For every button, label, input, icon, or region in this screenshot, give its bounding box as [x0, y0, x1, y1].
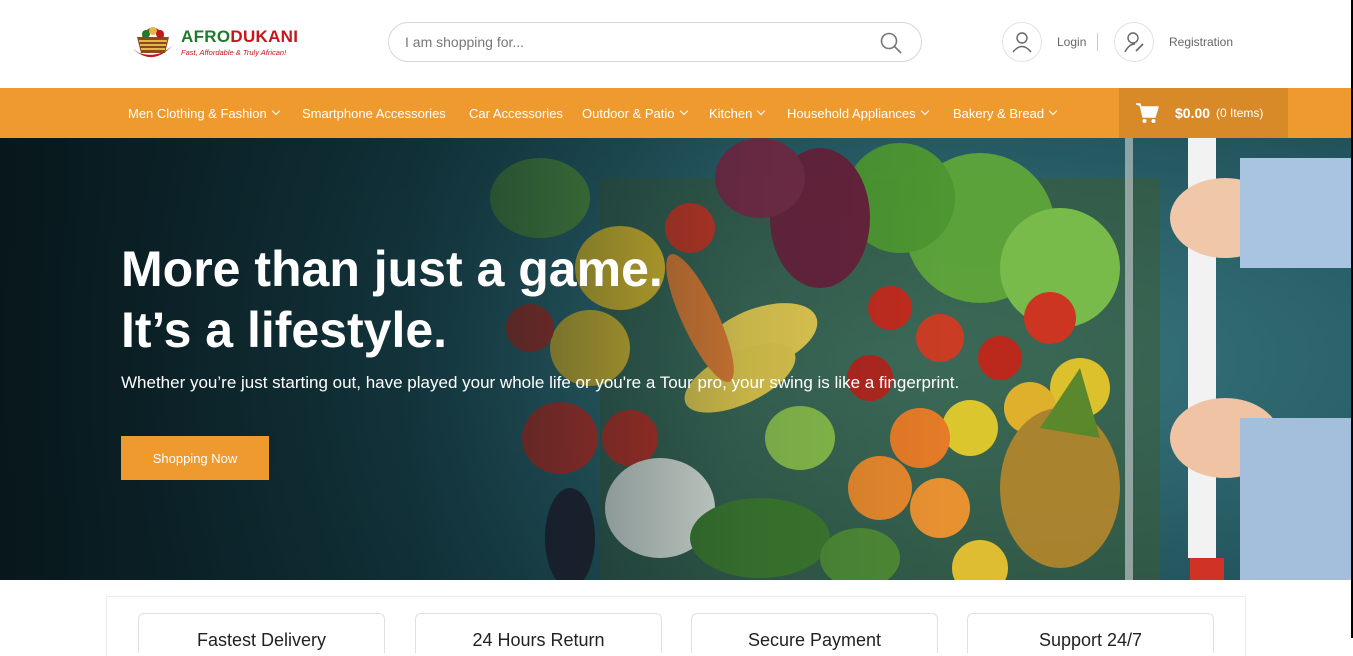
search-icon[interactable] [879, 31, 903, 55]
site-logo[interactable]: AFRODUKANI Fast, Affordable & Truly Afri… [129, 19, 309, 65]
user-icon [1002, 22, 1042, 62]
nav-item-household-appliances[interactable]: Household Appliances [787, 88, 929, 138]
search-bar [388, 22, 922, 62]
chevron-down-icon [757, 106, 766, 116]
brand-name: AFRODUKANI [181, 27, 299, 46]
feature-label: Support 24/7 [1038, 630, 1143, 650]
shop-now-button[interactable]: Shopping Now [121, 436, 269, 480]
nav-item-men-clothing[interactable]: Men Clothing & Fashion [128, 88, 280, 138]
feature-label: Secure Payment [747, 630, 882, 650]
cart-count: (0 Items) [1216, 106, 1264, 120]
registration-label: Registration [1169, 35, 1234, 49]
nav-item-kitchen[interactable]: Kitchen [709, 88, 766, 138]
nav-item-smartphone-accessories[interactable]: Smartphone Accessories [302, 88, 446, 138]
hero-title: More than just a game. It’s a lifestyle. [121, 239, 971, 361]
nav-item-car-accessories[interactable]: Car Accessories [469, 88, 563, 138]
chevron-down-icon [1048, 106, 1058, 116]
hero-subtitle: Whether you’re just starting out, have p… [121, 373, 960, 392]
feature-card-support: Support 24/7 [967, 613, 1214, 653]
brand-tagline: Fast, Affordable & Truly African! [181, 48, 287, 57]
registration-link[interactable]: Registration [1114, 21, 1233, 63]
chevron-down-icon [679, 106, 688, 116]
cart-icon [1135, 102, 1159, 124]
basket-logo-icon [129, 19, 177, 65]
feature-card-delivery: Fastest Delivery [138, 613, 385, 653]
features-strip: Fastest Delivery 24 Hours Return Secure … [106, 596, 1246, 656]
feature-label: Fastest Delivery [196, 630, 327, 650]
hero-banner: More than just a game. It’s a lifestyle.… [0, 138, 1353, 580]
nav-item-bakery-bread[interactable]: Bakery & Bread [953, 88, 1058, 138]
feature-card-return: 24 Hours Return [415, 613, 662, 653]
site-header: AFRODUKANI Fast, Affordable & Truly Afri… [0, 0, 1353, 88]
search-input[interactable] [405, 34, 855, 50]
nav-item-outdoor-patio[interactable]: Outdoor & Patio [582, 88, 688, 138]
feature-label: 24 Hours Return [472, 630, 605, 650]
user-edit-icon [1114, 22, 1154, 62]
login-link[interactable]: Login [1002, 21, 1086, 63]
chevron-down-icon [920, 106, 929, 116]
feature-card-payment: Secure Payment [691, 613, 938, 653]
hero-title-line-1: More than just a game. [121, 241, 663, 297]
chevron-down-icon [271, 106, 280, 116]
hero-title-line-2: It’s a lifestyle. [121, 302, 448, 358]
divider [1097, 33, 1098, 51]
cart-button[interactable]: $0.00 (0 Items) [1119, 88, 1288, 138]
login-label: Login [1057, 35, 1087, 49]
cart-amount: $0.00 [1175, 105, 1211, 121]
